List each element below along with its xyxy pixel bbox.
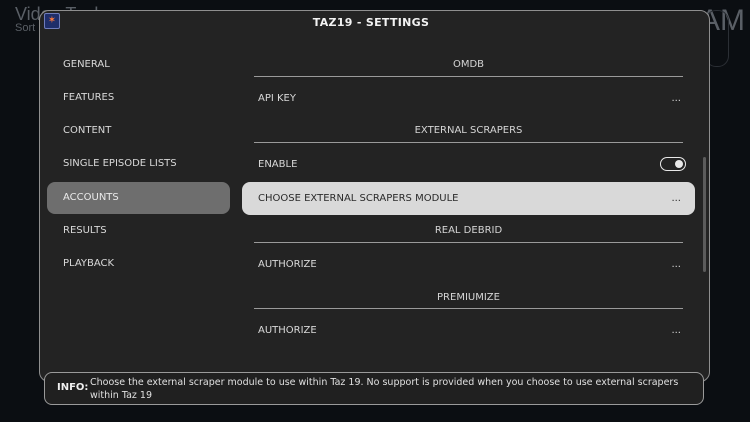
toggle-knob [675, 159, 683, 168]
section-header-real-debrid: REAL DEBRID [434, 225, 503, 236]
scrollbar[interactable] [703, 157, 706, 272]
setting-row-choose-external-scrapers-module[interactable]: CHOOSE EXTERNAL SCRAPERS MODULE ... [242, 182, 695, 215]
setting-row-api-key[interactable]: API KEY ... [242, 82, 695, 115]
enable-toggle[interactable] [660, 157, 686, 171]
addon-logo-icon: ✶ [44, 13, 60, 29]
more-options-icon: ... [671, 193, 681, 204]
sidebar-item-features[interactable]: FEATURES [47, 82, 230, 114]
setting-label: AUTHORIZE [258, 325, 317, 336]
more-options-icon: ... [671, 259, 681, 270]
more-options-icon: ... [671, 325, 681, 336]
section-divider [254, 242, 683, 243]
sidebar-item-accounts[interactable]: ACCOUNTS [47, 182, 230, 214]
section-header-external-scrapers: EXTERNAL SCRAPERS [414, 125, 523, 136]
setting-row-authorize-real-debrid[interactable]: AUTHORIZE ... [242, 248, 695, 281]
setting-label: ENABLE [258, 159, 298, 170]
setting-row-enable[interactable]: ENABLE [242, 148, 695, 181]
sidebar-item-single-episode-lists[interactable]: SINGLE EPISODE LISTS [47, 148, 230, 180]
background-subtitle: Sort [15, 22, 36, 34]
setting-label: AUTHORIZE [258, 259, 317, 270]
section-header-premiumize: PREMIUMIZE [437, 292, 500, 303]
info-label: INFO: [57, 382, 89, 393]
setting-row-authorize-premiumize[interactable]: AUTHORIZE ... [242, 314, 695, 347]
dialog-title: TAZ19 - SETTINGS [312, 16, 430, 29]
info-text: Choose the external scraper module to us… [90, 377, 679, 401]
section-divider [254, 76, 683, 77]
more-options-icon: ... [671, 93, 681, 104]
section-divider [254, 308, 683, 309]
section-divider [254, 142, 683, 143]
sidebar-item-content[interactable]: CONTENT [47, 115, 230, 147]
sidebar-item-general[interactable]: GENERAL [47, 49, 230, 81]
sidebar-item-results[interactable]: RESULTS [47, 215, 230, 247]
setting-label: API KEY [258, 93, 296, 104]
section-header-omdb: OMDB [452, 59, 485, 70]
sidebar-item-playback[interactable]: PLAYBACK [47, 248, 230, 280]
setting-label: CHOOSE EXTERNAL SCRAPERS MODULE [258, 193, 459, 204]
